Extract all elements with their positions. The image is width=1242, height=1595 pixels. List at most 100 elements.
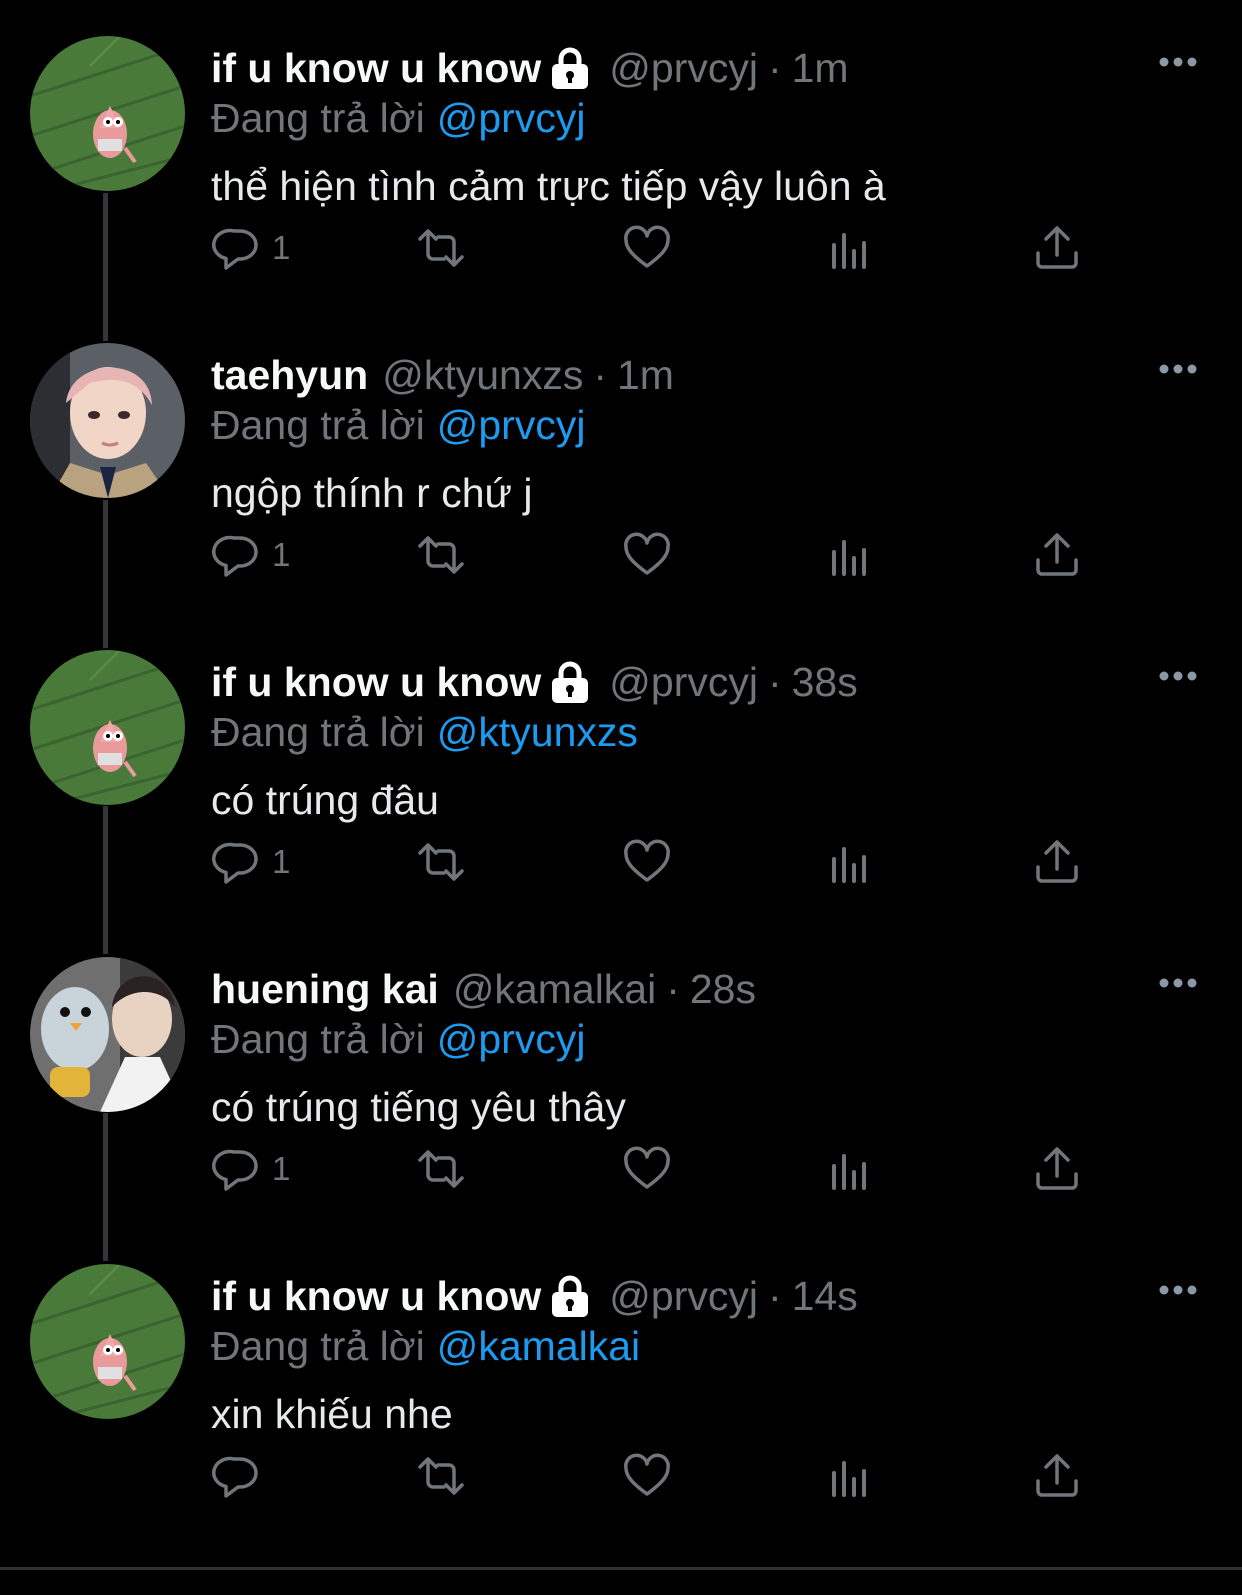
heart-icon xyxy=(622,223,672,273)
views-icon xyxy=(826,1144,876,1194)
views-button[interactable] xyxy=(826,525,876,585)
more-icon[interactable] xyxy=(1158,1278,1198,1302)
retweet-button[interactable] xyxy=(416,1446,466,1506)
retweet-button[interactable] xyxy=(416,218,466,278)
views-button[interactable] xyxy=(826,1139,876,1199)
reply-mention-link[interactable]: @prvcyj xyxy=(437,1016,586,1062)
share-button[interactable] xyxy=(1032,832,1082,892)
like-button[interactable] xyxy=(622,832,672,892)
share-button[interactable] xyxy=(1032,218,1082,278)
tweet[interactable]: if u know u know @prvcyj · 1m Đang trả l… xyxy=(0,0,1242,312)
heart-icon xyxy=(622,530,672,580)
tweet[interactable]: if u know u know @prvcyj · 14s Đang trả … xyxy=(0,1228,1242,1540)
tweet-actions: 1 xyxy=(0,525,1242,585)
tweet-actions xyxy=(0,1446,1242,1506)
replying-to: Đang trả lời @prvcyj xyxy=(211,90,585,146)
avatar-huening-kai[interactable] xyxy=(30,957,185,1112)
avatar-patrick[interactable] xyxy=(30,36,185,191)
tweet-header: if u know u know @prvcyj · 1m xyxy=(211,40,849,96)
like-button[interactable] xyxy=(622,1446,672,1506)
heart-icon xyxy=(622,1451,672,1501)
timestamp[interactable]: 28s xyxy=(690,961,756,1017)
tweet-header: huening kai @kamalkai · 28s xyxy=(211,961,756,1017)
reply-thread: if u know u know @prvcyj · 1m Đang trả l… xyxy=(0,0,1242,1595)
timestamp[interactable]: 1m xyxy=(792,40,849,96)
tweet-text: có trúng tiếng yêu thây xyxy=(211,1084,626,1130)
replying-to-label: Đang trả lời xyxy=(211,1016,425,1062)
share-button[interactable] xyxy=(1032,1139,1082,1199)
reply-count: 1 xyxy=(272,229,291,266)
timestamp[interactable]: 38s xyxy=(792,654,858,710)
reply-count: 1 xyxy=(272,1150,291,1187)
views-icon xyxy=(826,1451,876,1501)
reply-button[interactable]: 1 xyxy=(212,832,290,892)
handle[interactable]: @kamalkai xyxy=(453,961,656,1017)
replying-to: Đang trả lời @kamalkai xyxy=(211,1318,640,1374)
share-icon xyxy=(1032,530,1082,580)
handle[interactable]: @prvcyj xyxy=(609,40,758,96)
display-name[interactable]: if u know u know xyxy=(211,40,541,96)
handle[interactable]: @prvcyj xyxy=(609,1268,758,1324)
like-button[interactable] xyxy=(622,218,672,278)
display-name[interactable]: taehyun xyxy=(211,347,368,403)
display-name[interactable]: if u know u know xyxy=(211,1268,541,1324)
separator-dot: · xyxy=(767,1273,782,1319)
like-button[interactable] xyxy=(622,525,672,585)
tweet-text: có trúng đâu xyxy=(211,777,439,823)
retweet-button[interactable] xyxy=(416,1139,466,1199)
tweet[interactable]: huening kai @kamalkai · 28s Đang trả lời… xyxy=(0,921,1242,1233)
more-icon[interactable] xyxy=(1158,664,1198,688)
timestamp[interactable]: 1m xyxy=(617,347,674,403)
like-button[interactable] xyxy=(622,1139,672,1199)
share-icon xyxy=(1032,1451,1082,1501)
reply-count: 1 xyxy=(272,843,291,880)
more-icon[interactable] xyxy=(1158,50,1198,74)
reply-button[interactable]: 1 xyxy=(212,218,290,278)
tweet-text: xin khiếu nhe xyxy=(211,1391,453,1437)
separator-dot: · xyxy=(767,659,782,705)
retweet-button[interactable] xyxy=(416,832,466,892)
avatar-patrick[interactable] xyxy=(30,650,185,805)
tweet-header: taehyun @ktyunxzs · 1m xyxy=(211,347,674,403)
reply-mention-link[interactable]: @ktyunxzs xyxy=(437,709,638,755)
reply-mention-link[interactable]: @kamalkai xyxy=(437,1323,640,1369)
tweet-text: ngộp thính r chứ j xyxy=(211,470,533,516)
more-icon[interactable] xyxy=(1158,971,1198,995)
reply-button[interactable] xyxy=(212,1446,272,1506)
tweet-header: if u know u know @prvcyj · 14s xyxy=(211,1268,858,1324)
separator-dot: · xyxy=(593,352,607,398)
retweet-button[interactable] xyxy=(416,525,466,585)
reply-mention-link[interactable]: @prvcyj xyxy=(437,95,586,141)
share-icon xyxy=(1032,837,1082,887)
display-name[interactable]: if u know u know xyxy=(211,654,541,710)
display-name[interactable]: huening kai xyxy=(211,961,439,1017)
handle[interactable]: @prvcyj xyxy=(609,654,758,710)
views-button[interactable] xyxy=(826,832,876,892)
tweet[interactable]: if u know u know @prvcyj · 38s Đang trả … xyxy=(0,614,1242,926)
share-button[interactable] xyxy=(1032,1446,1082,1506)
reply-icon xyxy=(212,530,262,580)
views-icon xyxy=(826,837,876,887)
reply-button[interactable]: 1 xyxy=(212,1139,290,1199)
views-button[interactable] xyxy=(826,218,876,278)
tweet-actions: 1 xyxy=(0,1139,1242,1199)
more-icon[interactable] xyxy=(1158,357,1198,381)
tweet[interactable]: taehyun @ktyunxzs · 1m Đang trả lời @prvc… xyxy=(0,307,1242,619)
avatar-taehyun[interactable] xyxy=(30,343,185,498)
tweet-text: thể hiện tình cảm trực tiếp vậy luôn à xyxy=(211,163,886,209)
reply-mention-link[interactable]: @prvcyj xyxy=(437,402,586,448)
retweet-icon xyxy=(416,1144,466,1194)
lock-icon xyxy=(549,45,591,91)
reply-button[interactable]: 1 xyxy=(212,525,290,585)
replying-to-label: Đang trả lời xyxy=(211,402,425,448)
tweet-actions: 1 xyxy=(0,218,1242,278)
lock-icon xyxy=(549,1273,591,1319)
avatar-patrick[interactable] xyxy=(30,1264,185,1419)
handle[interactable]: @ktyunxzs xyxy=(382,347,583,403)
share-button[interactable] xyxy=(1032,525,1082,585)
views-button[interactable] xyxy=(826,1446,876,1506)
replying-to-label: Đang trả lời xyxy=(211,95,425,141)
reply-icon xyxy=(212,1451,262,1501)
timestamp[interactable]: 14s xyxy=(792,1268,858,1324)
tweet-header: if u know u know @prvcyj · 38s xyxy=(211,654,858,710)
